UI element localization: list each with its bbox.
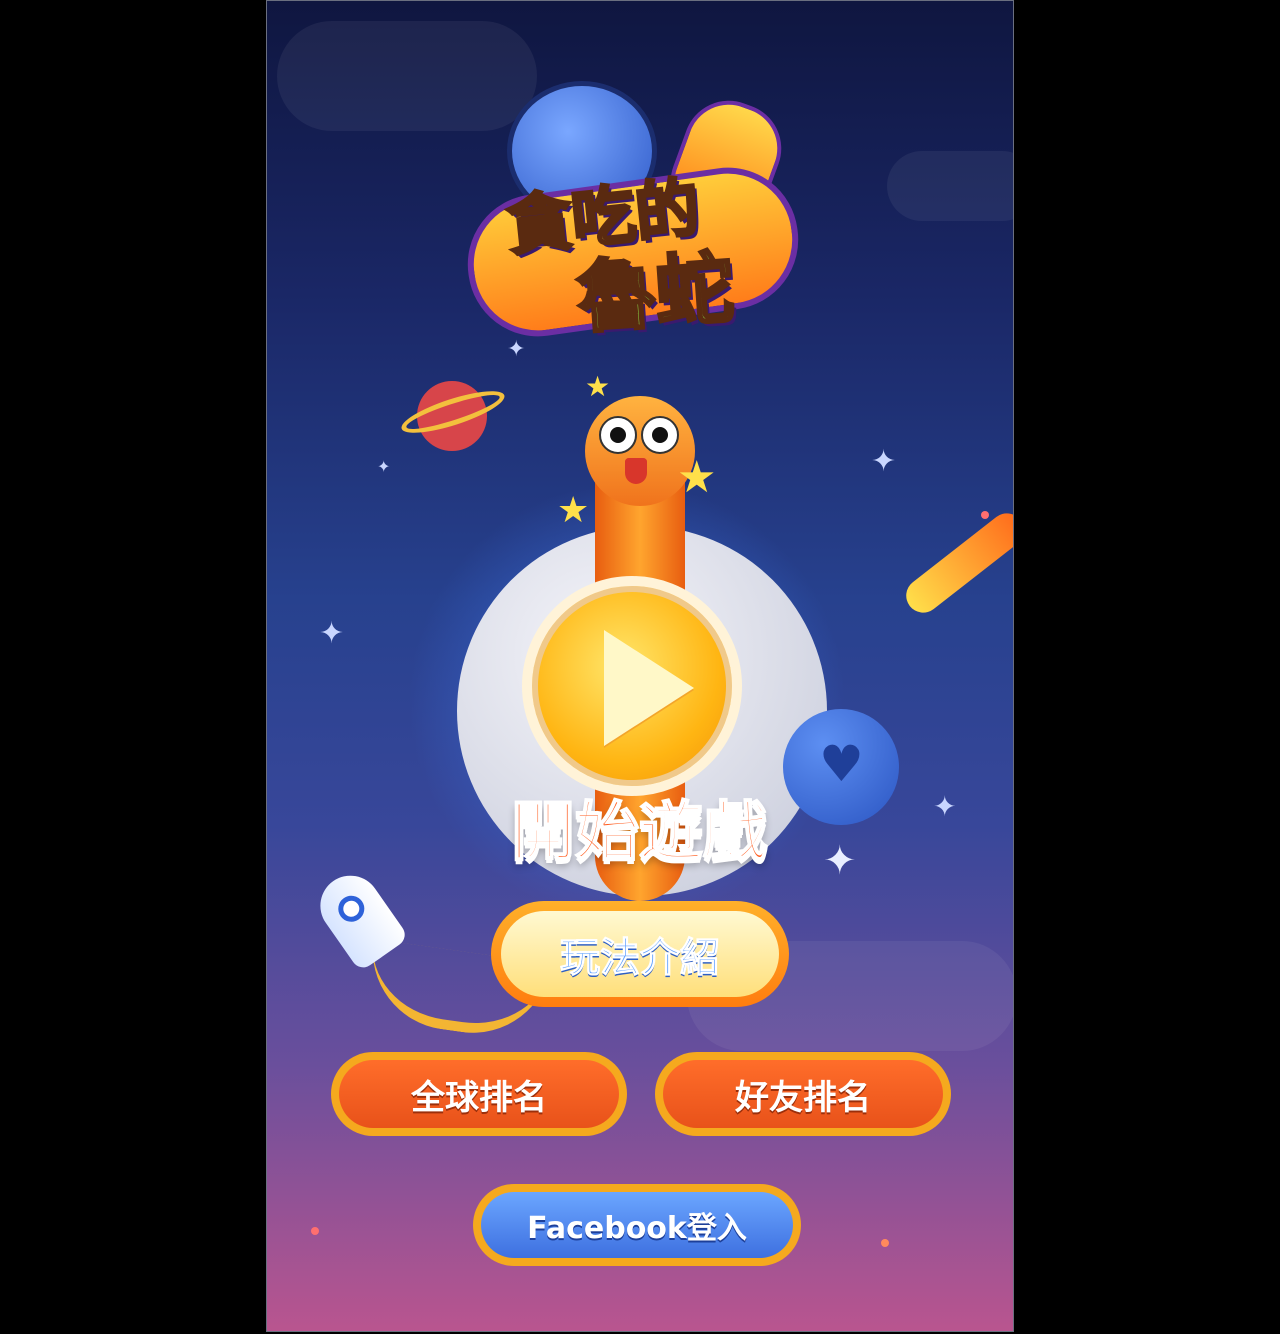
game-screen: ✦ ✦ ✦ ✦ ✦ ✦ 貪吃的 魯蛇 ★ ★ ★ ♥ 開始遊戲 玩法介紹 全球排… [266,0,1014,1332]
sparkle-icon: ✦ [319,616,345,651]
sparkle-icon: ✦ [823,838,857,884]
dot [881,1239,889,1247]
logo-title-line2: 魯蛇 [573,242,738,346]
asteroid: ♥ [783,709,899,825]
sparkle-icon: ✦ [933,790,957,823]
start-game-label[interactable]: 開始遊戲 [489,781,789,873]
facebook-login-button[interactable]: Facebook登入 [473,1184,801,1266]
star-icon: ★ [557,490,590,531]
sparkle-icon: ✦ [871,444,897,479]
game-logo: 貪吃的 魯蛇 [427,71,847,346]
dot [311,1227,319,1235]
star-icon: ★ [677,452,717,503]
snake-eye [599,416,637,454]
global-ranking-button[interactable]: 全球排名 [331,1052,627,1136]
snake-eye [641,416,679,454]
how-to-play-button[interactable]: 玩法介紹 [491,901,789,1007]
rocket-window [333,890,370,927]
heart-icon: ♥ [819,735,864,793]
comet [899,506,1013,620]
dot [981,511,989,519]
friend-ranking-button[interactable]: 好友排名 [655,1052,951,1136]
global-ranking-label: 全球排名 [411,1077,547,1118]
facebook-login-label: Facebook登入 [527,1211,747,1246]
play-button[interactable] [522,576,742,796]
snake-mouth [625,458,647,484]
cloud [887,151,1013,221]
how-to-play-label: 玩法介紹 [560,935,721,982]
sparkle-icon: ✦ [507,337,526,362]
friend-ranking-label: 好友排名 [735,1077,871,1118]
play-icon [604,630,694,746]
star-icon: ★ [585,370,611,403]
sparkle-icon: ✦ [377,457,391,476]
